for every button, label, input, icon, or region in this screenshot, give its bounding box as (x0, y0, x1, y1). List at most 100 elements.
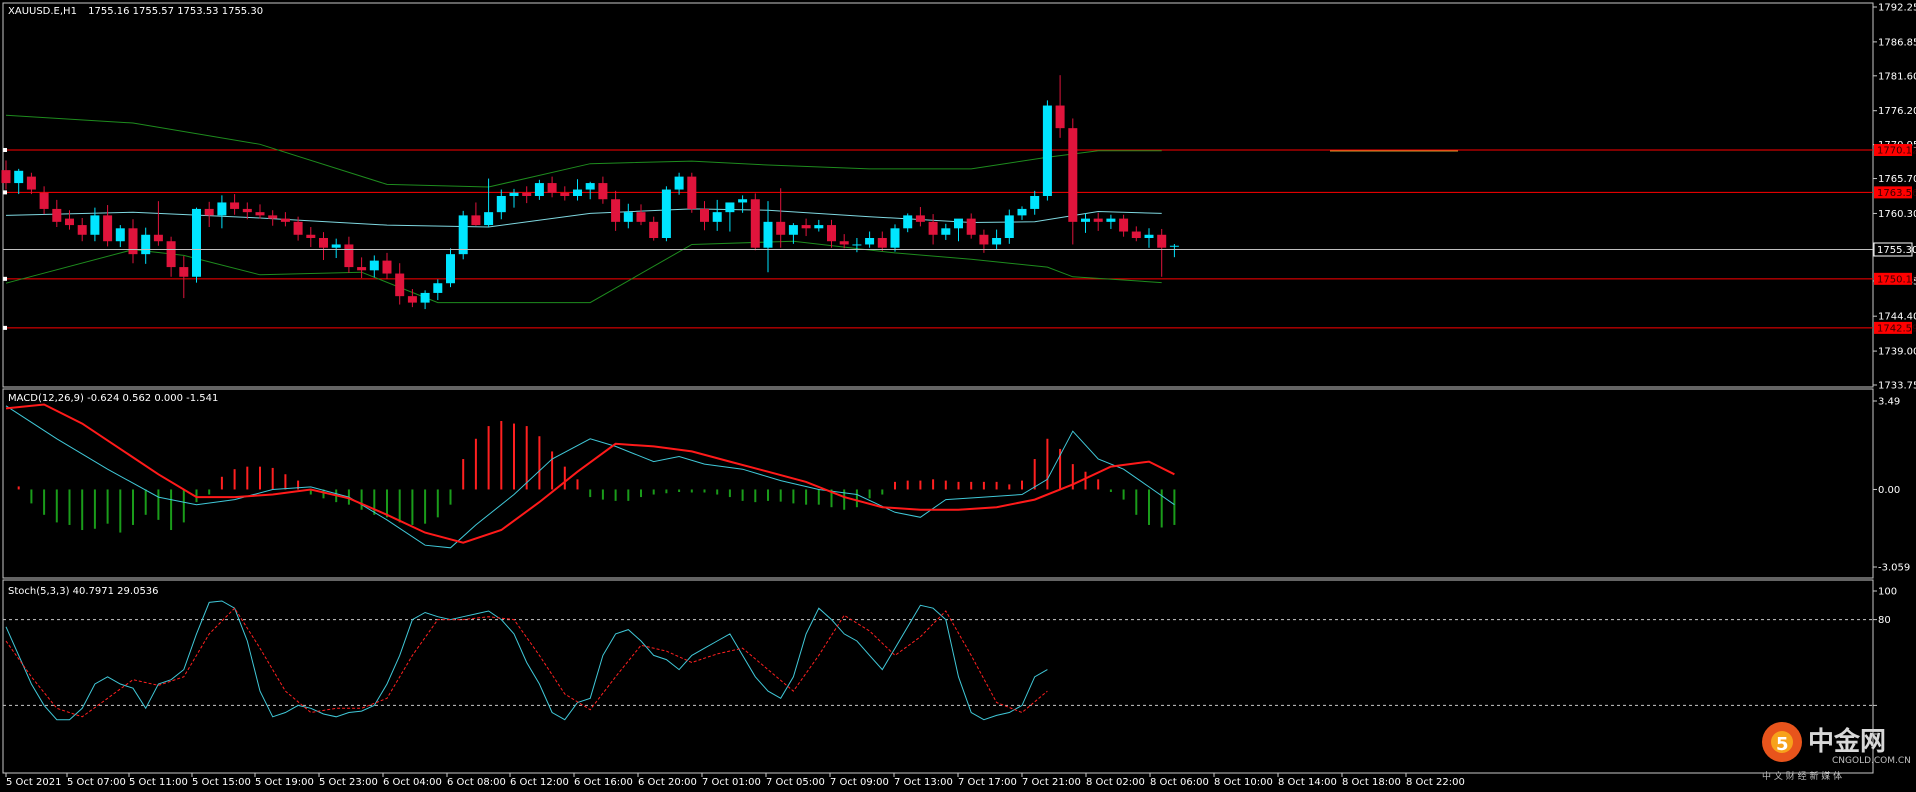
time-tick-label: 6 Oct 20:00 (638, 777, 697, 788)
candle-body (1030, 196, 1040, 209)
candle (192, 207, 201, 283)
candle-body (446, 254, 455, 284)
candle-body (166, 241, 176, 268)
candle-body (230, 202, 240, 209)
candle-body (357, 267, 367, 271)
candle-body (319, 238, 328, 248)
watermark-tagline: 中 文 财 经 新 媒 体 (1762, 770, 1842, 782)
ohlc-values: 1755.16 1755.57 1753.53 1755.30 (88, 6, 263, 17)
candle-body (420, 292, 430, 303)
macd-tick: -3.059 (1873, 563, 1910, 574)
level-tag-text: 1750.18 (1877, 274, 1916, 285)
candle-body (966, 218, 976, 235)
candle-body (1093, 218, 1103, 222)
time-tick-label: 8 Oct 22:00 (1406, 777, 1465, 788)
macd-title: MACD(12,26,9) -0.624 0.562 0.000 -1.541 (8, 393, 218, 404)
price-tick: 1776.20 (1873, 106, 1916, 117)
candle-body (852, 244, 862, 246)
candle-body (534, 183, 544, 196)
time-tick-label: 5 Oct 11:00 (129, 777, 188, 788)
candle (446, 248, 455, 288)
price-tick: 1739.00 (1873, 347, 1916, 358)
candle-body (1106, 218, 1116, 222)
price-tick: 1781.60 (1873, 71, 1916, 82)
candle-body (103, 215, 113, 242)
level-handle[interactable] (3, 190, 7, 195)
watermark-site: CNGOLD.COM.CN (1832, 756, 1911, 766)
time-tick-label: 6 Oct 12:00 (510, 777, 569, 788)
time-tick-label: 6 Oct 04:00 (383, 777, 442, 788)
candle-body (77, 225, 87, 235)
level-handle[interactable] (3, 276, 7, 281)
candle-body (1, 170, 11, 184)
candle-body (992, 238, 1002, 245)
candle-body (712, 212, 722, 222)
candle-body (115, 228, 125, 242)
time-tick-label: 5 Oct 2021 (6, 777, 61, 788)
time-tick-label: 5 Oct 15:00 (192, 777, 251, 788)
level-tag-text: 1763.56 (1877, 188, 1916, 199)
price-tick: 1733.75 (1873, 381, 1916, 392)
candle-body (471, 215, 481, 226)
candle-body (242, 208, 252, 213)
time-tick-label: 7 Oct 17:00 (958, 777, 1017, 788)
price-tick-label: 1739.00 (1878, 347, 1916, 358)
time-tick-label: 5 Oct 07:00 (67, 777, 126, 788)
time-tick-label: 5 Oct 23:00 (319, 777, 378, 788)
candle-body (598, 183, 608, 200)
candle-body (623, 212, 633, 222)
candle-body (255, 212, 265, 216)
price-tick: 1792.25 (1873, 3, 1916, 14)
candle-body (788, 225, 798, 235)
candle-body (496, 196, 506, 213)
candle-body (1055, 105, 1065, 129)
candle-body (827, 225, 836, 242)
candle-body (14, 170, 24, 184)
candle-body (725, 202, 735, 213)
candle-body (522, 192, 532, 196)
candle-body (1017, 208, 1027, 216)
candle-body (382, 260, 392, 274)
candle-body (1042, 105, 1052, 196)
candle-body (750, 199, 760, 248)
level-handle[interactable] (3, 325, 7, 330)
candle-body (839, 241, 849, 245)
candle-body (954, 218, 963, 229)
candle (458, 210, 468, 260)
current-price-tag-text: 1755.30 (1877, 245, 1916, 256)
candle-body (903, 215, 913, 229)
candle-body (204, 208, 214, 216)
candle-body (192, 208, 201, 277)
stoch-tick-label: 100 (1878, 587, 1897, 598)
candle-body (687, 176, 697, 209)
price-tick-label: 1792.25 (1878, 3, 1916, 14)
watermark-logo-glyph: 5 (1776, 734, 1789, 755)
candle-body (65, 218, 74, 226)
candle-body (407, 296, 417, 303)
candle-body (649, 221, 659, 238)
time-tick-label: 8 Oct 10:00 (1214, 777, 1273, 788)
candle-body (433, 283, 443, 293)
candle-body (700, 208, 709, 222)
time-tick-label: 6 Oct 16:00 (574, 777, 633, 788)
candle-body (1068, 128, 1078, 222)
candle-body (90, 215, 100, 235)
candle-body (128, 228, 138, 255)
candle-body (1081, 218, 1090, 222)
price-tick: 1765.70 (1873, 174, 1916, 185)
price-tick-label: 1765.70 (1878, 174, 1916, 185)
candle (687, 172, 697, 213)
time-tick-label: 7 Oct 05:00 (766, 777, 825, 788)
candle-body (509, 192, 519, 196)
price-tick-label: 1760.30 (1878, 209, 1916, 220)
candle-body (674, 176, 684, 190)
candle-body (52, 208, 62, 222)
macd-tick-label: -3.059 (1878, 563, 1910, 574)
level-handle[interactable] (3, 147, 7, 152)
candle-body (280, 218, 290, 222)
candle (750, 193, 760, 251)
candle-body (814, 225, 824, 229)
candle-body (890, 228, 900, 248)
price-tick-label: 1744.40 (1878, 312, 1916, 323)
candle-body (941, 228, 951, 235)
